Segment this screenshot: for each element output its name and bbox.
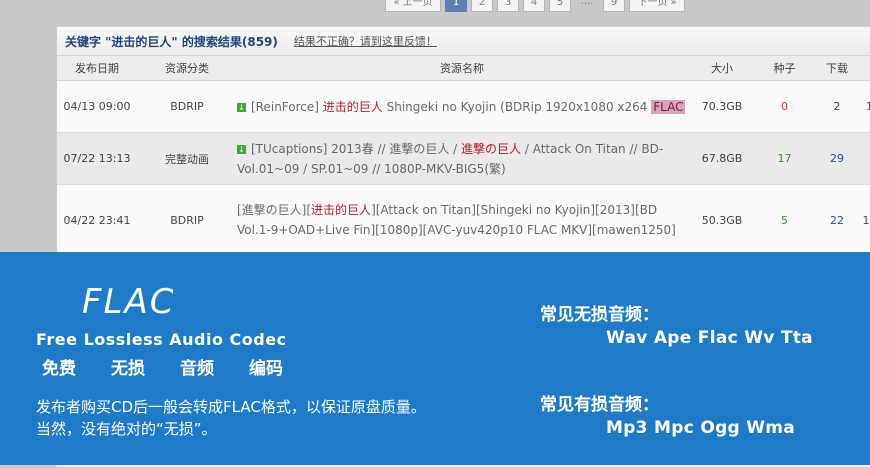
results-title: 关键字 "进击的巨人" 的搜索结果(859) xyxy=(65,34,278,49)
banner-description: 发布者购买CD后一般会转成FLAC格式，以保证原盘质量。 当然，没有绝对的“无损… xyxy=(36,396,426,440)
row-downloads: 2 xyxy=(833,100,841,113)
row-title[interactable]: [進撃の巨人][进击的巨人][Attack on Titan][Shingeki… xyxy=(237,200,687,240)
prev-page-button[interactable]: « 上一页 xyxy=(385,0,441,12)
table-header: 发布日期 资源分类 资源名称 大小 种子 下载 xyxy=(57,56,870,81)
row-seeds: 17 xyxy=(777,152,792,165)
title-keyword: 进击的巨人 xyxy=(311,203,372,217)
row-title[interactable]: ↓ [ReinForce] 进击的巨人 Shingeki no Kyojin (B… xyxy=(237,97,687,117)
column-seeds[interactable]: 种子 xyxy=(757,60,812,76)
row-size: 50.3GB xyxy=(701,213,743,227)
title-prefix: [ReinForce] xyxy=(251,99,323,114)
term-audio: 音频 xyxy=(180,359,214,379)
row-date: 04/13 09:00 xyxy=(63,100,131,113)
description-line-2: 当然，没有绝对的“无损”。 xyxy=(36,420,217,438)
row-seeds: 0 xyxy=(781,100,788,113)
lossless-formats: Wav Ape Flac Wv Tta xyxy=(606,328,813,348)
pagination: « 上一页 1 2 3 4 5 .... 9 下一页 » xyxy=(385,0,685,12)
results-header: 关键字 "进击的巨人" 的搜索结果(859) 结果不正确？请到这里反馈！ xyxy=(57,27,870,56)
column-name[interactable]: 资源名称 xyxy=(237,60,687,76)
download-icon[interactable]: ↓ xyxy=(237,144,246,154)
table-row: 04/13 09:00 BDRIP ↓ [ReinForce] 进击的巨人 Shi… xyxy=(57,81,870,133)
page-9-button[interactable]: 9 xyxy=(603,0,625,12)
title-prefix: [進撃の巨人][ xyxy=(237,203,312,217)
term-free: 免费 xyxy=(42,359,76,379)
page-5-button[interactable]: 5 xyxy=(549,0,571,12)
download-icon[interactable]: ↓ xyxy=(237,102,246,112)
row-size: 70.3GB xyxy=(701,100,743,113)
row-downloads: 22 xyxy=(830,213,844,227)
row-extra: 14 xyxy=(862,213,870,227)
title-keyword: 进击的巨人 xyxy=(322,99,383,114)
title-prefix: [TUcaptions] 2013春 // 進撃の巨人 / xyxy=(251,141,462,156)
lossy-formats: Mp3 Mpc Ogg Wma xyxy=(606,418,796,438)
row-extra: 1 xyxy=(866,100,870,113)
row-downloads: 29 xyxy=(830,152,844,165)
codec-terms: 免费 无损 音频 编码 xyxy=(42,354,318,379)
feedback-link[interactable]: 结果不正确？请到这里反馈！ xyxy=(294,33,437,49)
flac-info-banner: FLAC Free Lossless Audio Codec 免费 无损 音频 … xyxy=(0,252,870,465)
row-category[interactable]: 完整动画 xyxy=(137,151,237,167)
lossy-heading: 常见有损音频： xyxy=(540,395,659,415)
row-date: 04/22 23:41 xyxy=(63,213,131,227)
column-category[interactable]: 资源分类 xyxy=(137,60,237,76)
row-size: 67.8GB xyxy=(701,152,743,165)
title-keyword: 進撃の巨人 xyxy=(461,141,522,156)
next-page-button[interactable]: 下一页 » xyxy=(629,0,685,12)
row-title[interactable]: ↓ [TUcaptions] 2013春 // 進撃の巨人 / 進撃の巨人 / A… xyxy=(237,139,687,179)
row-category[interactable]: BDRIP xyxy=(137,100,237,113)
row-seeds: 5 xyxy=(781,213,788,227)
column-downloads[interactable]: 下载 xyxy=(812,60,862,76)
row-category[interactable]: BDRIP xyxy=(137,214,237,227)
table-row: 04/22 23:41 BDRIP [進撃の巨人][进击的巨人][Attack … xyxy=(57,185,870,256)
page-1-button[interactable]: 1 xyxy=(445,0,467,12)
table-row: 07/22 13:13 完整动画 ↓ [TUcaptions] 2013春 // … xyxy=(57,133,870,185)
term-codec: 编码 xyxy=(249,359,283,379)
title-suffix: Shingeki no Kyojin (BDRip 1920x1080 x264 xyxy=(382,99,652,114)
codec-name: Free Lossless Audio Codec xyxy=(36,330,287,349)
column-size[interactable]: 大小 xyxy=(687,60,757,76)
page-4-button[interactable]: 4 xyxy=(523,0,545,12)
flac-logo: FLAC xyxy=(82,282,176,322)
row-date: 07/22 13:13 xyxy=(63,152,131,165)
page-2-button[interactable]: 2 xyxy=(471,0,493,12)
column-date[interactable]: 发布日期 xyxy=(57,60,137,76)
pagination-ellipsis: .... xyxy=(580,0,594,7)
lossless-heading: 常见无损音频： xyxy=(540,305,659,325)
term-lossless: 无损 xyxy=(111,359,145,379)
page-3-button[interactable]: 3 xyxy=(497,0,519,12)
title-tag: FLAC xyxy=(651,99,686,114)
description-line-1: 发布者购买CD后一般会转成FLAC格式，以保证原盘质量。 xyxy=(36,398,426,416)
